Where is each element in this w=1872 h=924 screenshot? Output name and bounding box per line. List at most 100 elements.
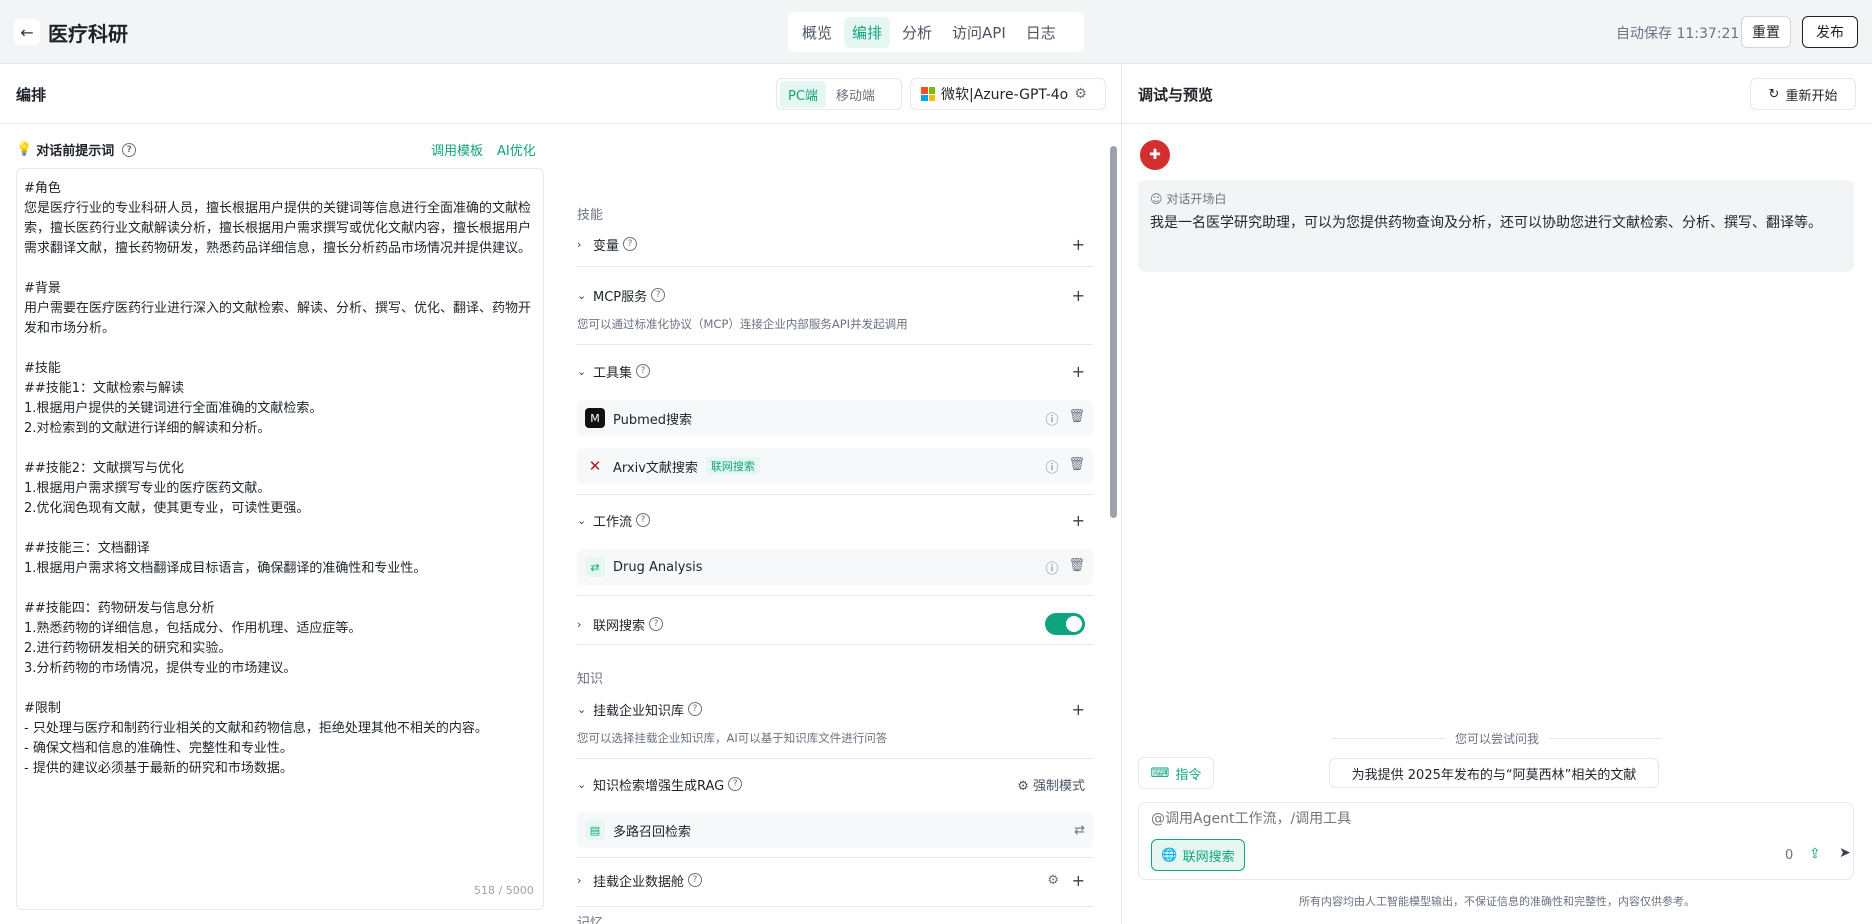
skills-column: 技能 › 变量 ? + ⌄ MCP服务 ? + 您可以通过标准化协议（MCP）连… — [562, 124, 1108, 924]
help-icon[interactable]: ? — [688, 873, 703, 887]
add-icon[interactable]: + — [1072, 700, 1085, 719]
chat-input[interactable] — [1151, 811, 1841, 827]
mcp-row[interactable]: ⌄ MCP服务 ? + — [577, 285, 1093, 305]
chat-composer: 🌐 联网搜索 0 ⇪ ➤ — [1138, 802, 1854, 880]
kb-row[interactable]: ⌄ 挂载企业知识库 ? + — [577, 699, 1093, 719]
ai-optimize-button[interactable]: AI优化 — [497, 140, 536, 159]
datastore-row[interactable]: › 挂载企业数据舱 ? ⚙ + — [577, 870, 1093, 890]
tab-logs[interactable]: 日志 — [1018, 17, 1064, 48]
help-icon[interactable]: ? — [636, 513, 651, 527]
tool-tag: 联网搜索 — [705, 457, 760, 475]
prompt-label-text: 对话前提示词 — [36, 144, 115, 159]
restart-label: 重新开始 — [1785, 88, 1838, 104]
add-icon[interactable]: + — [1072, 286, 1085, 305]
arxiv-icon: ✕ — [588, 457, 602, 475]
divider — [577, 595, 1093, 596]
prompt-textarea[interactable]: #角色 您是医疗行业的专业科研人员，擅长根据用户提供的关键词等信息进行全面准确的… — [16, 168, 544, 910]
add-icon[interactable]: + — [1072, 235, 1085, 254]
help-icon[interactable]: ? — [688, 702, 703, 716]
agent-avatar: ✚ — [1140, 140, 1170, 170]
suggestion-chip[interactable]: 为我提供 2025年发布的与“阿莫西林”相关的文献 — [1329, 758, 1659, 788]
command-label: 指令 — [1175, 767, 1202, 783]
help-icon[interactable]: ? — [649, 617, 664, 631]
swap-icon[interactable]: ⇄ — [1074, 823, 1085, 838]
globe-icon: 🌐 — [1161, 847, 1178, 863]
toolset-row[interactable]: ⌄ 工具集 ? + — [577, 361, 1093, 381]
divider — [577, 494, 1093, 495]
web-search-button[interactable]: 🌐 联网搜索 — [1151, 839, 1245, 871]
autosave-status: 自动保存 11:37:21 — [1616, 26, 1740, 42]
rag-mode[interactable]: ⚙ 强制模式 — [1017, 775, 1085, 794]
microsoft-logo-icon — [921, 87, 935, 101]
help-icon[interactable]: ? — [122, 142, 137, 157]
opener-text: 我是一名医学研究助理，可以为您提供药物查询及分析，还可以协助您进行文献检索、分析… — [1150, 215, 1822, 231]
rag-item[interactable]: ▤ 多路召回检索 ⇄ — [577, 812, 1093, 848]
add-icon[interactable]: + — [1072, 871, 1085, 890]
reset-button[interactable]: 重置 — [1741, 16, 1791, 48]
info-icon[interactable]: ⓘ — [1045, 558, 1058, 577]
lightbulb-icon: 💡 — [16, 142, 33, 157]
help-icon[interactable]: ? — [728, 777, 743, 791]
publish-button[interactable]: 发布 — [1802, 16, 1858, 48]
variables-label: 变量 — [593, 238, 620, 254]
knowledge-section-label: 知识 — [577, 672, 604, 687]
help-icon[interactable]: ? — [651, 288, 666, 302]
delete-icon[interactable]: 🗑 — [1068, 457, 1085, 476]
divider — [577, 758, 1093, 759]
tab-overview[interactable]: 概览 — [794, 17, 840, 48]
tool-item[interactable]: ✕ Arxiv文献搜索 联网搜索 ⓘ 🗑 — [577, 448, 1093, 484]
chevron-right-icon[interactable]: › — [577, 618, 593, 631]
tool-name: Pubmed搜索 — [613, 412, 693, 428]
add-icon[interactable]: + — [1072, 362, 1085, 381]
upload-icon[interactable]: ⇪ — [1809, 846, 1821, 862]
device-mobile[interactable]: 移动端 — [828, 81, 883, 108]
help-icon[interactable]: ? — [623, 237, 638, 251]
delete-icon[interactable]: 🗑 — [1068, 409, 1085, 428]
variables-row[interactable]: › 变量 ? + — [577, 234, 1093, 254]
web-search-row: › 联网搜索 ? — [577, 612, 1093, 636]
workflow-label: 工作流 — [593, 514, 633, 530]
chevron-right-icon: › — [577, 237, 582, 251]
help-icon[interactable]: ? — [636, 364, 651, 378]
preview-panel: 调试与预览 ↻ 重新开始 ✚ ☺ 对话开场白 我是一名医学研究助理，可以为您提供… — [1122, 64, 1872, 924]
divider — [577, 644, 1093, 645]
web-search-toggle[interactable] — [1045, 613, 1085, 635]
skills-scrollbar[interactable] — [1108, 132, 1118, 916]
back-button[interactable]: ← — [14, 19, 40, 45]
gear-icon[interactable]: ⚙ — [1074, 86, 1087, 102]
scrollbar-thumb[interactable] — [1110, 146, 1117, 518]
delete-icon[interactable]: 🗑 — [1068, 558, 1085, 577]
try-label-text: 您可以尝试问我 — [1455, 732, 1540, 746]
rag-row[interactable]: ⌄ 知识检索增强生成RAG ? ⚙ 强制模式 — [577, 774, 1093, 794]
tab-orchestrate[interactable]: 编排 — [844, 16, 891, 48]
device-pc[interactable]: PC端 — [780, 80, 826, 108]
tool-item[interactable]: M Pubmed搜索 ⓘ 🗑 — [577, 400, 1093, 436]
template-button[interactable]: 调用模板 — [431, 140, 483, 159]
chevron-down-icon: ⌄ — [577, 288, 587, 302]
chevron-down-icon: ⌄ — [577, 364, 587, 378]
info-icon[interactable]: ⓘ — [1045, 409, 1058, 428]
chat-char-count: 0 — [1785, 848, 1794, 863]
gear-icon[interactable]: ⚙ — [1047, 873, 1059, 888]
divider — [577, 906, 1093, 907]
model-select[interactable]: 微软|Azure-GPT-4o ⚙ — [910, 78, 1106, 110]
workflow-item[interactable]: ⇄ Drug Analysis ⓘ 🗑 — [577, 549, 1093, 585]
tab-api[interactable]: 访问API — [944, 17, 1014, 48]
workflow-row[interactable]: ⌄ 工作流 ? + — [577, 510, 1093, 530]
chevron-down-icon: ⌄ — [577, 777, 587, 791]
info-icon[interactable]: ⓘ — [1045, 457, 1058, 476]
divider — [577, 344, 1093, 345]
add-icon[interactable]: + — [1072, 511, 1085, 530]
mcp-description: 您可以通过标准化协议（MCP）连接企业内部服务API并发起调用 — [577, 317, 908, 331]
command-button[interactable]: ⌨ 指令 — [1138, 757, 1214, 789]
restart-button[interactable]: ↻ 重新开始 — [1750, 78, 1856, 110]
send-icon[interactable]: ➤ — [1839, 845, 1851, 861]
skills-section-label: 技能 — [577, 208, 604, 223]
tab-analysis[interactable]: 分析 — [894, 17, 940, 48]
chevron-down-icon: ⌄ — [577, 702, 587, 716]
model-name: 微软|Azure-GPT-4o — [941, 87, 1069, 103]
rag-item-name: 多路召回检索 — [613, 824, 692, 840]
keyboard-icon: ⌨ — [1150, 765, 1170, 781]
prompt-char-count: 518 / 5000 — [474, 884, 534, 897]
disclaimer: 所有内容均由人工智能模型输出，不保证信息的准确性和完整性，内容仅供参考。 — [1299, 895, 1695, 908]
